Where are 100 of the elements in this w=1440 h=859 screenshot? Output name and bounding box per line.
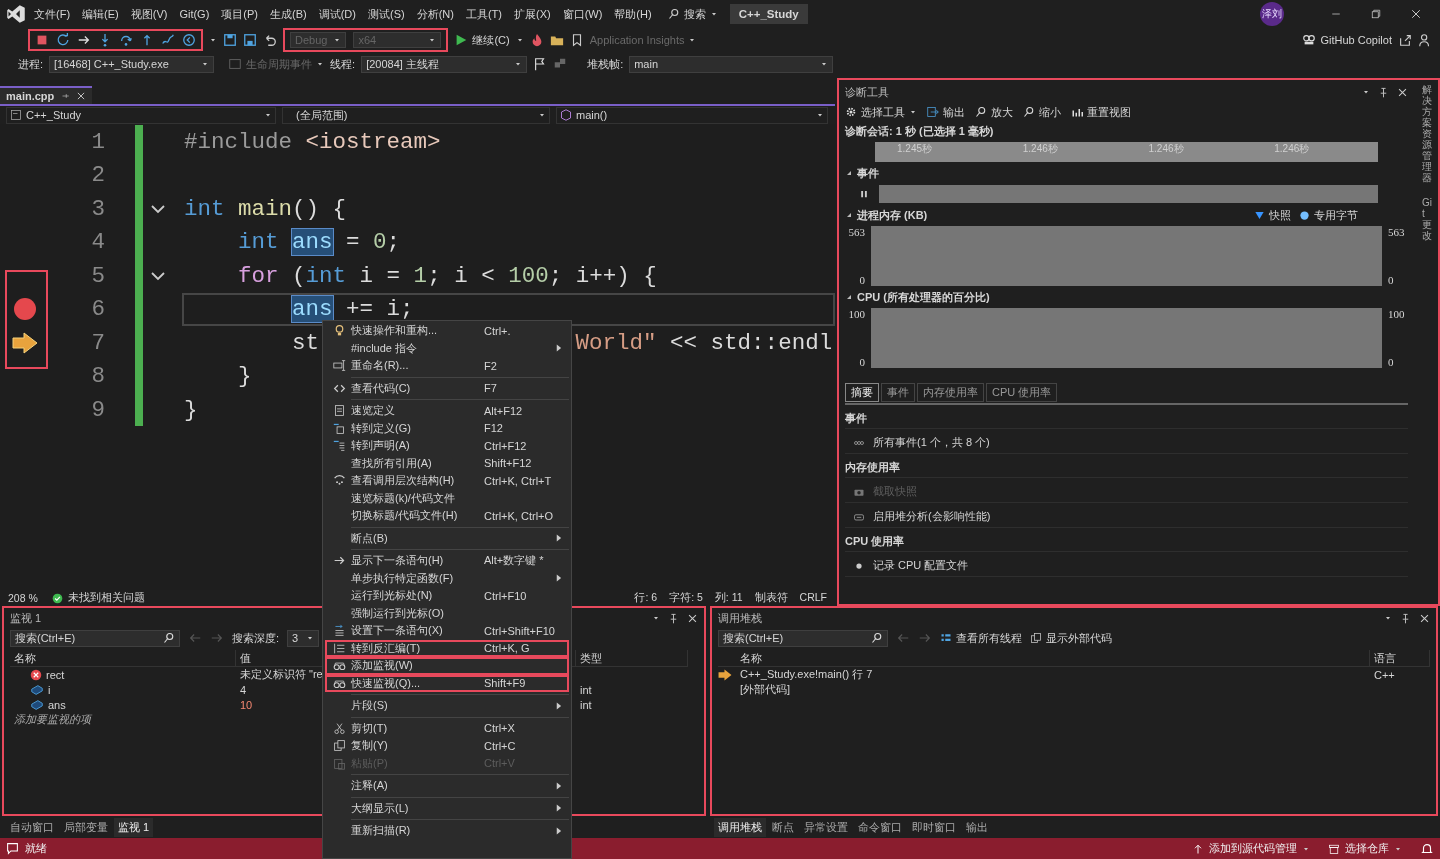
context-menu-item[interactable]: 运行到光标处(N) Ctrl+F10 (325, 587, 569, 605)
issues-status[interactable]: 未找到相关问题 (67, 591, 145, 605)
context-menu-item[interactable]: 显示下一条语句(H) Alt+数字键 * (325, 552, 569, 570)
tool-window-tab[interactable]: 局部变量 (60, 817, 112, 837)
context-menu-item[interactable]: 片段(S) (325, 697, 569, 715)
continue-button[interactable]: 继续(C) (454, 32, 510, 48)
stack-frame-dropdown[interactable]: main (629, 55, 834, 73)
side-tab[interactable]: 解决方案资源管理器 (1422, 84, 1432, 183)
menu-item[interactable]: 编辑(E) (78, 4, 123, 24)
context-menu-item[interactable]: 单步执行特定函数(F) (325, 569, 569, 587)
restart-button[interactable] (56, 33, 70, 47)
column-header[interactable]: 语言 (1370, 650, 1430, 667)
menu-item[interactable]: 视图(V) (126, 4, 172, 24)
collapse-chevron-icon[interactable] (150, 202, 166, 215)
context-menu-item[interactable]: 设置下一条语句(X) Ctrl+Shift+F10 (325, 622, 569, 640)
stop-button[interactable] (35, 33, 49, 47)
side-tab[interactable]: Git 更改 (1422, 197, 1432, 241)
context-menu-item[interactable]: 查找所有引用(A) Shift+F12 (325, 454, 569, 472)
menu-item[interactable]: 扩展(X) (509, 4, 555, 24)
summary-link[interactable]: 所有事件(1 个，共 8 个) (873, 435, 990, 450)
menu-item[interactable]: 工具(T) (461, 4, 506, 24)
search-depth-dropdown[interactable]: 3 (287, 629, 320, 647)
context-menu-item[interactable]: 速览定义 Alt+F12 (325, 402, 569, 420)
project-dropdown[interactable]: C++_Study (6, 106, 276, 124)
context-menu-item[interactable]: 快速操作和重构... Ctrl+. (325, 322, 569, 340)
repository-button[interactable]: 选择仓库 (1328, 841, 1402, 856)
tool-window-tab[interactable]: 断点 (768, 817, 798, 837)
summary-tab[interactable]: 事件 (881, 383, 915, 402)
collapse-chevron-icon[interactable] (150, 269, 166, 282)
column-header[interactable]: 名称 (10, 650, 236, 667)
scope-dropdown[interactable]: (全局范围) (282, 106, 550, 124)
menu-item[interactable]: 测试(S) (363, 4, 409, 24)
search-field[interactable]: 搜索(Ctrl+E) (10, 629, 180, 647)
diagnostic-tool-button[interactable]: 放大 (975, 104, 1013, 120)
menu-item[interactable]: 文件(F) (30, 4, 75, 24)
context-menu-item[interactable]: 大纲显示(L) (325, 799, 569, 817)
toolbar-button[interactable]: 显示外部代码 (1030, 630, 1112, 646)
context-menu-item[interactable]: 转到定义(G) F12 (325, 419, 569, 437)
menu-item[interactable]: 分析(N) (412, 4, 458, 24)
zoom-level[interactable]: 208 % (8, 592, 38, 604)
context-menu-item[interactable]: 添加监视(W) (325, 657, 569, 675)
column-header[interactable]: 名称 (736, 650, 1370, 667)
navigate-back-button[interactable] (182, 33, 196, 47)
context-menu-item[interactable]: 转到声明(A) Ctrl+F12 (325, 437, 569, 455)
context-menu-item[interactable]: 查看代码(C) F7 (325, 379, 569, 397)
context-menu-item[interactable]: 快速监视(Q)... Shift+F9 (325, 674, 569, 692)
add-watch-placeholder[interactable]: 添加要监视的项 (14, 712, 91, 727)
menu-item[interactable]: Git(G) (175, 6, 214, 22)
line-ending[interactable]: CRLF (799, 591, 827, 605)
tool-window-tab[interactable]: 输出 (962, 817, 992, 837)
column-header[interactable]: 类型 (576, 650, 688, 667)
hot-reload-button[interactable] (161, 33, 175, 47)
diagnostic-tool-button[interactable]: 输出 (927, 104, 965, 120)
source-control-button[interactable]: 添加到源代码管理 (1192, 841, 1310, 856)
menu-item[interactable]: 帮助(H) (610, 4, 656, 24)
context-menu-item[interactable]: 转到反汇编(T) Ctrl+K, G (325, 639, 569, 657)
summary-link[interactable]: 记录 CPU 配置文件 (873, 558, 969, 573)
summary-tab[interactable]: 内存使用率 (917, 383, 984, 402)
diagnostic-tool-button[interactable]: 选择工具 (845, 104, 917, 120)
summary-tab[interactable]: 摘要 (845, 383, 879, 402)
tool-window-tab[interactable]: 异常设置 (800, 817, 852, 837)
indent-mode[interactable]: 制表符 (754, 591, 788, 605)
menu-item[interactable]: 生成(B) (266, 4, 311, 24)
table-cell[interactable]: [外部代码] (740, 682, 791, 697)
diagnostic-tool-button[interactable]: 重置视图 (1071, 104, 1131, 120)
tool-window-tab[interactable]: 即时窗口 (908, 817, 960, 837)
summary-tab[interactable]: CPU 使用率 (986, 383, 1058, 402)
context-menu-item[interactable]: 重命名(R)... F2 (325, 357, 569, 375)
tool-window-tab[interactable]: 调用堆栈 (714, 817, 766, 837)
context-menu-item[interactable]: 剪切(T) Ctrl+X (325, 719, 569, 737)
copilot-button[interactable]: GitHub Copilot (1302, 33, 1392, 47)
tool-window-tab[interactable]: 监视 1 (114, 817, 154, 837)
member-dropdown[interactable]: main() (556, 106, 828, 124)
context-menu-item[interactable]: #include 指令 (325, 339, 569, 357)
context-menu-item[interactable]: 复制(Y) Ctrl+C (325, 737, 569, 755)
context-menu-item[interactable]: 速览标题(k)/代码文件 (325, 489, 569, 507)
table-cell[interactable]: C++_Study.exe!main() 行 7 (740, 667, 873, 682)
summary-link[interactable]: 启用堆分析(会影响性能) (873, 509, 991, 524)
context-menu-item[interactable]: 强制运行到光标(O) (325, 604, 569, 622)
breakpoint-icon[interactable] (13, 297, 37, 322)
search-button[interactable]: 搜索 (667, 6, 718, 22)
context-menu-item[interactable]: 注释(A) (325, 777, 569, 795)
user-avatar[interactable]: 泽刘 (1260, 2, 1284, 26)
context-menu-item[interactable]: 切换标题/代码文件(H) Ctrl+K, Ctrl+O (325, 507, 569, 525)
menu-item[interactable]: 调试(D) (314, 4, 360, 24)
context-menu-item[interactable]: 重新扫描(R) (325, 822, 569, 840)
tool-window-tab[interactable]: 命令窗口 (854, 817, 906, 837)
toolbar-button[interactable]: 查看所有线程 (940, 630, 1022, 646)
menu-item[interactable]: 项目(P) (217, 4, 262, 24)
search-field[interactable]: 搜索(Ctrl+E) (718, 629, 888, 647)
process-dropdown[interactable]: [16468] C++_Study.exe (49, 55, 215, 73)
menu-item[interactable]: 窗口(W) (558, 4, 607, 24)
show-next-statement-button[interactable] (77, 33, 91, 47)
context-menu-item[interactable]: 断点(B) (325, 529, 569, 547)
context-menu-item[interactable]: 查看调用层次结构(H) Ctrl+K, Ctrl+T (325, 472, 569, 490)
diagnostic-tool-button[interactable]: 缩小 (1023, 104, 1061, 120)
editor-tab[interactable]: main.cpp (0, 86, 93, 104)
tool-window-tab[interactable]: 自动窗口 (6, 817, 58, 837)
thread-dropdown[interactable]: [20084] 主线程 (361, 55, 528, 73)
step-over-button[interactable] (119, 33, 133, 47)
